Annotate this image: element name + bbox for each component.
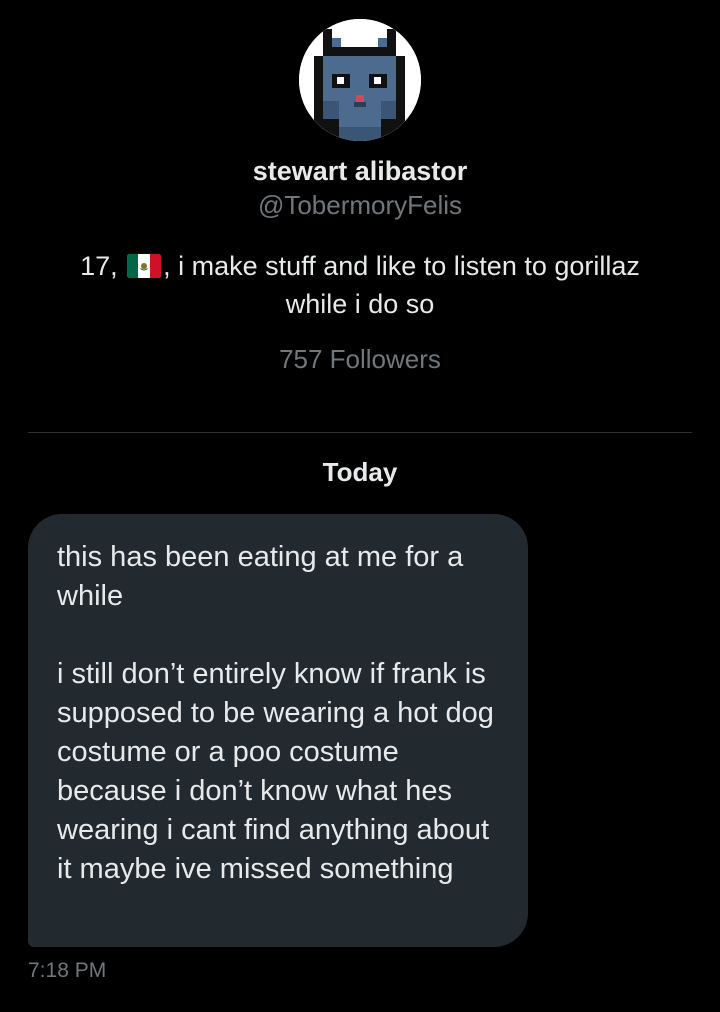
profile-bio: 17, , i make stuff and like to listen to… [60, 247, 660, 323]
user-handle[interactable]: @TobermoryFelis [0, 189, 720, 221]
message-paragraph: i still don’t entirely know if frank is … [57, 658, 494, 885]
followers-count[interactable]: 757 Followers [0, 342, 720, 376]
message-bubble[interactable]: this has been eating at me for a while i… [28, 514, 528, 947]
message-timestamp: 7:18 PM [28, 959, 107, 982]
mexico-flag-icon [127, 254, 162, 278]
message-paragraph: this has been eating at me for a while [57, 541, 464, 612]
day-separator: Today [322, 457, 398, 487]
bio-text-end: , i make stuff and like to listen to gor… [163, 251, 640, 319]
bio-text-start: 17, [80, 251, 126, 281]
display-name[interactable]: stewart alibastor [0, 154, 720, 188]
pixel-cat-avatar-icon [299, 19, 421, 141]
avatar[interactable] [299, 19, 421, 141]
divider [28, 432, 692, 433]
